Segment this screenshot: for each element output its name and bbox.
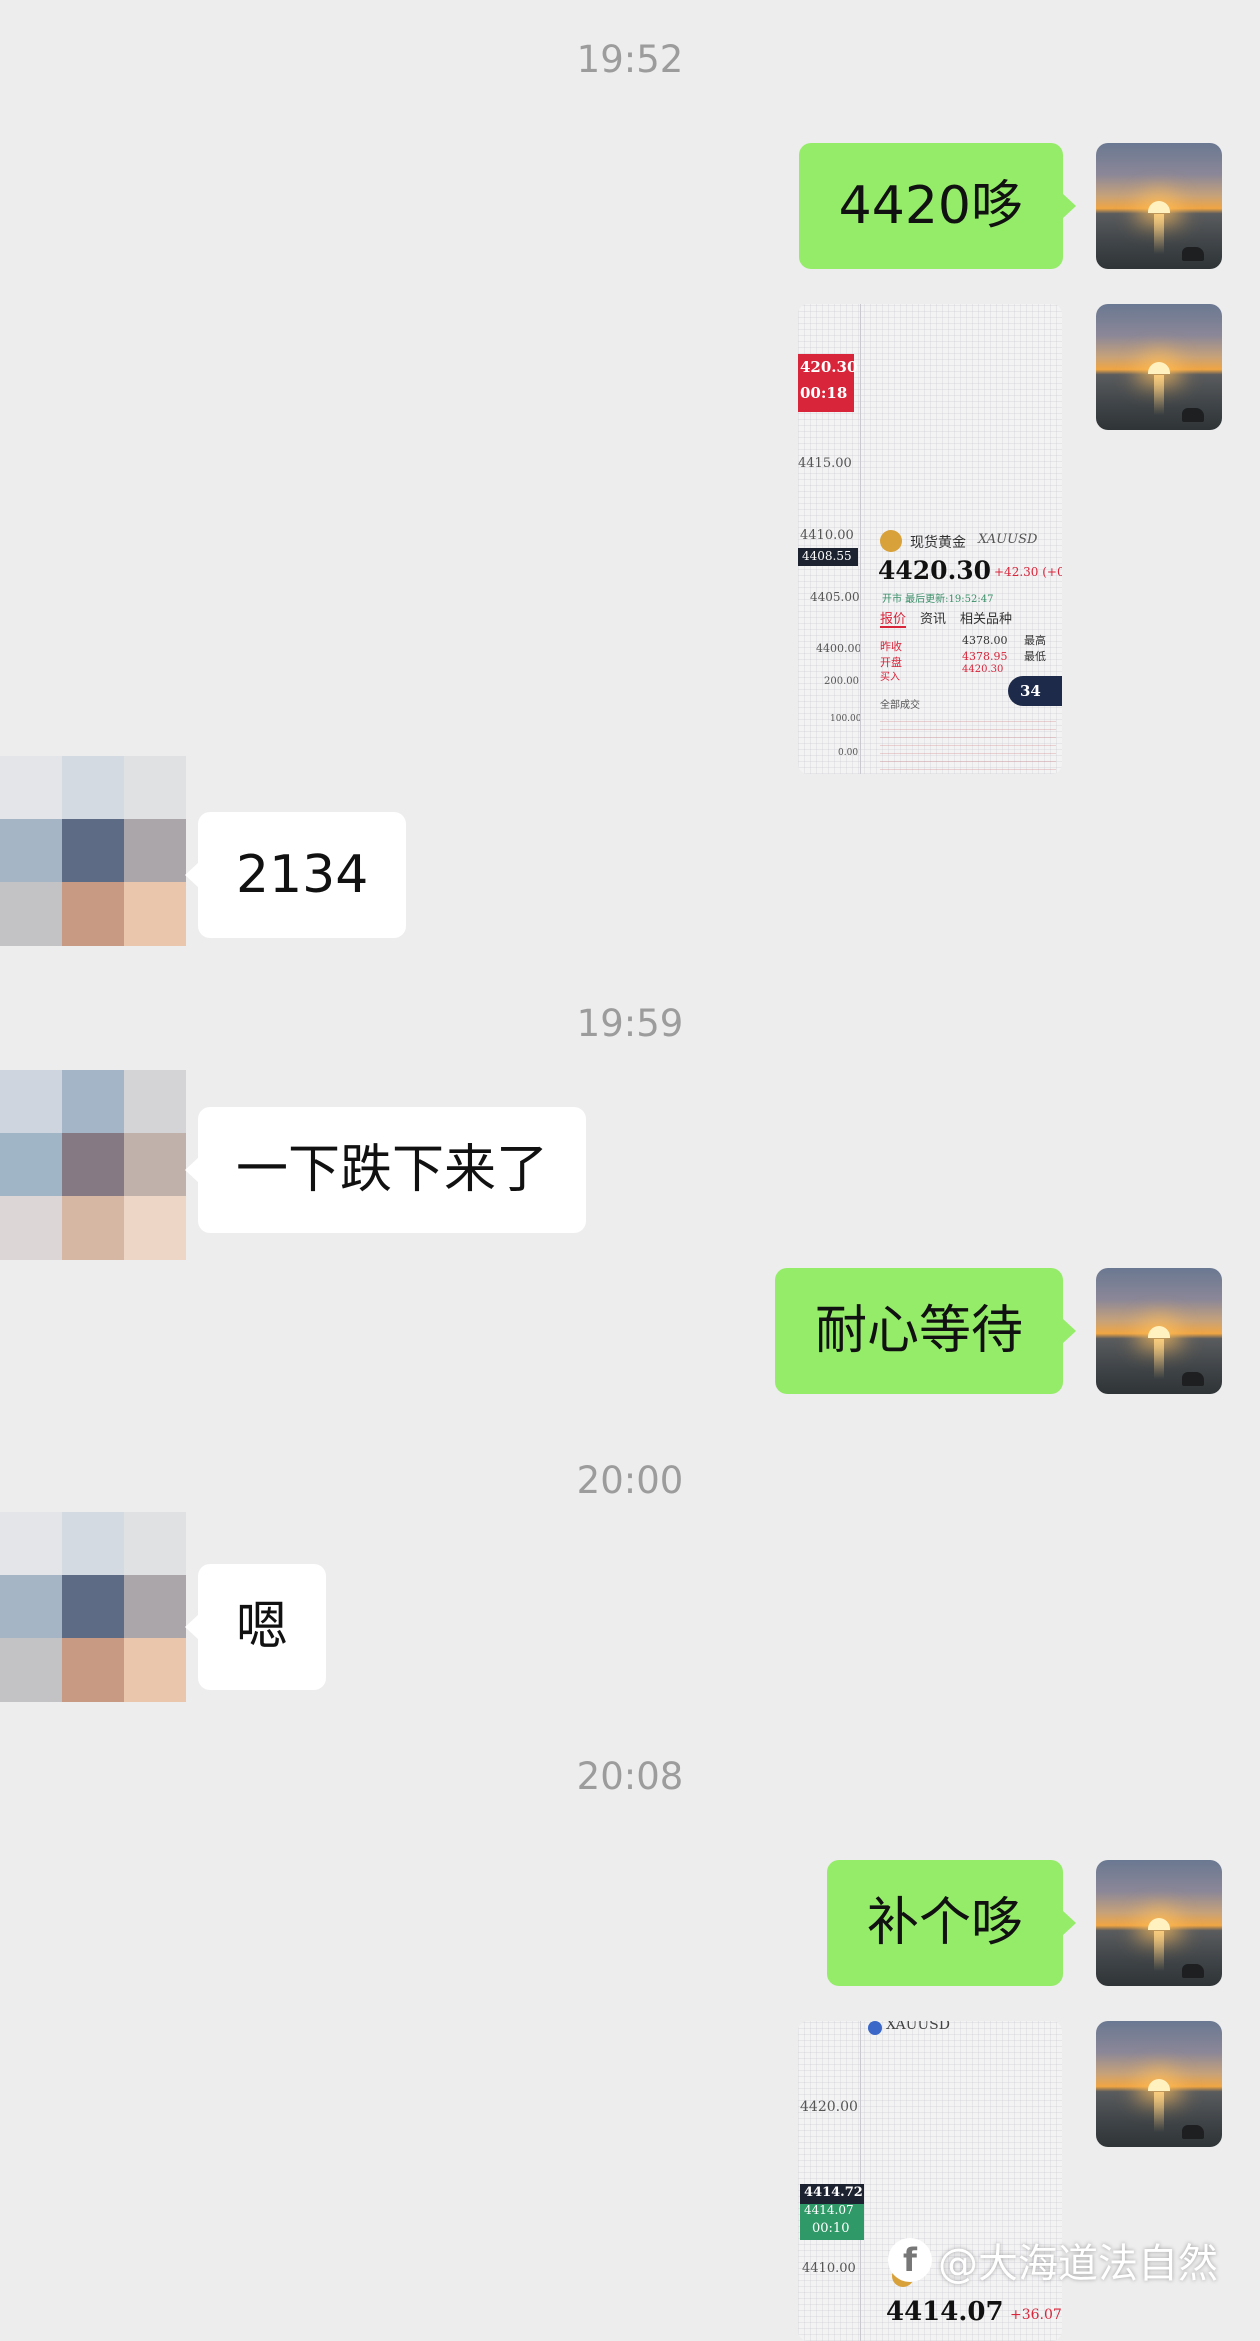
axis-label: 0.00 [838, 748, 859, 758]
rock-shape [1182, 247, 1204, 261]
sun-shape [1148, 201, 1170, 213]
product-code: XAUUSD [978, 532, 1038, 547]
timestamp: 20:08 [576, 1755, 684, 1798]
contact-message-bubble[interactable]: 嗯 [184, 1564, 327, 1690]
axis-label: 100.00 [830, 714, 862, 724]
sun-reflection [1154, 1931, 1164, 1971]
stock-screenshot-image[interactable]: 420.30 00:18 4415.00 4410.00 4408.55 440… [798, 304, 1062, 774]
sun-reflection [1154, 2092, 1164, 2132]
axis-label: 4410.00 [800, 528, 854, 543]
quote-row-value: 4378.00 [962, 634, 1008, 647]
sun-shape [1148, 362, 1170, 374]
tab-indicator [880, 626, 906, 628]
quote-row-label: 昨收 [880, 640, 902, 653]
contact-avatar[interactable] [0, 1070, 186, 1260]
watermark: f @大海道法自然 [888, 2230, 1218, 2290]
floating-badge-count: 34 [1020, 682, 1041, 700]
quote-row-label: 买入 [880, 672, 900, 683]
rock-shape [1182, 408, 1204, 422]
market-status: 开市 最后更新:19:52:47 [882, 594, 994, 605]
axis-label: 4415.00 [798, 456, 852, 471]
quote-row-col: 最低 [1024, 650, 1046, 663]
axis-label: 4400.00 [816, 642, 862, 655]
my-avatar[interactable] [1096, 143, 1222, 269]
sun-reflection [1154, 214, 1164, 254]
tab-quote[interactable]: 报价 [880, 608, 906, 627]
chart-divider [860, 2021, 861, 2341]
tab-news[interactable]: 资讯 [920, 608, 946, 627]
quote-row-col: 最高 [1024, 634, 1046, 647]
contact-avatar[interactable] [0, 756, 186, 946]
product-code: XAUUSD [886, 2021, 950, 2033]
timestamp: 20:00 [576, 1459, 684, 1502]
axis-label: 4420.00 [800, 2099, 858, 2115]
contact-message-bubble[interactable]: 一下跌下来了 [184, 1107, 587, 1233]
sun-shape [1148, 1918, 1170, 1930]
my-avatar[interactable] [1096, 1860, 1222, 1986]
contact-message-bubble[interactable]: 2134 [184, 812, 407, 938]
stock-screenshot-image[interactable]: XAUUSD 4420.00 4414.72 4414.07 00:10 441… [798, 2021, 1062, 2341]
rock-shape [1182, 2125, 1204, 2139]
quote-row-value: 4378.95 [962, 650, 1008, 663]
price-tag-time: 00:18 [800, 384, 848, 402]
price-change: +42.30 (+0.9 [994, 565, 1062, 579]
quote-row-value: 4420.30 [962, 664, 1004, 675]
trade-list-header: 全部成交 [880, 700, 920, 711]
timestamp: 19:59 [576, 1002, 684, 1045]
axis-label: 4410.00 [802, 2261, 856, 2276]
watermark-text: @大海道法自然 [938, 2241, 1218, 2287]
product-icon [868, 2021, 882, 2035]
sun-shape [1148, 1326, 1170, 1338]
platform-logo-icon: f [888, 2238, 932, 2282]
contact-avatar[interactable] [0, 1512, 186, 1702]
current-price: 4414.07 [886, 2297, 1004, 2327]
axis-tag-value: 4414.72 [804, 2185, 863, 2200]
trade-list [880, 714, 1056, 770]
my-message-bubble[interactable]: 4420哆 [798, 143, 1077, 269]
axis-label: 200.00 [824, 676, 859, 687]
price-change: +36.07 [1010, 2307, 1062, 2323]
tab-related[interactable]: 相关品种 [960, 608, 1012, 627]
axis-tag-value: 4408.55 [802, 549, 852, 563]
my-avatar[interactable] [1096, 304, 1222, 430]
my-avatar[interactable] [1096, 2021, 1222, 2147]
gold-coin-icon [880, 530, 902, 552]
product-name: 现货黄金 [910, 535, 966, 551]
price-tag-value: 4414.07 [804, 2203, 854, 2217]
sun-reflection [1154, 1339, 1164, 1379]
price-tag-value: 420.30 [800, 358, 858, 376]
my-message-bubble[interactable]: 补个哆 [826, 1860, 1077, 1986]
rock-shape [1182, 1372, 1204, 1386]
timestamp: 19:52 [576, 38, 684, 81]
my-message-bubble[interactable]: 耐心等待 [774, 1268, 1077, 1394]
price-tag-time: 00:10 [812, 2221, 850, 2236]
chart-divider [860, 304, 861, 774]
rock-shape [1182, 1964, 1204, 1978]
sun-reflection [1154, 375, 1164, 415]
my-avatar[interactable] [1096, 1268, 1222, 1394]
current-price: 4420.30 [878, 556, 992, 585]
sun-shape [1148, 2079, 1170, 2091]
axis-label: 4405.00 [810, 590, 860, 604]
